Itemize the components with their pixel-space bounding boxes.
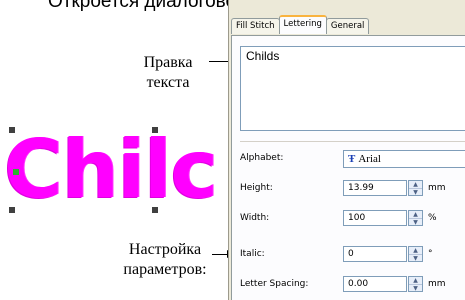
letter-spacing-label: Letter Spacing: bbox=[240, 279, 309, 289]
width-unit: % bbox=[428, 213, 437, 223]
letter-spacing-unit: mm bbox=[428, 279, 446, 289]
spin-up-icon[interactable]: ▲ bbox=[409, 211, 422, 218]
settings-line1: Настройка bbox=[128, 241, 202, 258]
italic-input[interactable]: 0 bbox=[343, 246, 407, 262]
height-label: Height: bbox=[240, 183, 273, 193]
lettering-panel: Childs Alphabet: Ŧ Arial Height: 13.99 ▲ ▼… bbox=[231, 35, 465, 300]
embroidery-canvas[interactable]: Chilc bbox=[0, 118, 230, 228]
edit-text-annotation: Правка текста bbox=[126, 53, 210, 93]
italic-label: Italic: bbox=[240, 249, 265, 259]
truetype-font-icon: Ŧ bbox=[348, 153, 356, 165]
letter-spacing-row: Letter Spacing: 0.00 ▲ ▼ mm bbox=[240, 276, 465, 294]
italic-unit: ° bbox=[428, 249, 433, 259]
selection-handle-top-middle[interactable] bbox=[152, 127, 158, 133]
width-row: Width: 100 ▲ ▼ % bbox=[240, 210, 465, 228]
height-unit: mm bbox=[428, 183, 446, 193]
alphabet-row: Alphabet: Ŧ Arial bbox=[240, 150, 465, 168]
spin-down-icon[interactable]: ▼ bbox=[409, 284, 422, 292]
italic-spinner[interactable]: ▲ ▼ bbox=[408, 246, 423, 262]
lettering-text-input[interactable]: Childs bbox=[240, 46, 465, 131]
height-row: Height: 13.99 ▲ ▼ mm bbox=[240, 180, 465, 198]
width-spinner[interactable]: ▲ ▼ bbox=[408, 210, 423, 226]
spin-up-icon[interactable]: ▲ bbox=[409, 181, 422, 188]
height-spinner[interactable]: ▲ ▼ bbox=[408, 180, 423, 196]
alphabet-label: Alphabet: bbox=[240, 153, 284, 163]
object-properties-dialog: Fill Stitch Lettering General Childs Alp… bbox=[228, 0, 465, 300]
spin-up-icon[interactable]: ▲ bbox=[409, 247, 422, 254]
selection-handle-anchor[interactable] bbox=[13, 169, 19, 175]
width-label: Width: bbox=[240, 213, 270, 223]
spin-down-icon[interactable]: ▼ bbox=[409, 218, 422, 226]
tab-general[interactable]: General bbox=[325, 18, 370, 34]
spin-down-icon[interactable]: ▼ bbox=[409, 188, 422, 196]
letter-spacing-spinner[interactable]: ▲ ▼ bbox=[408, 276, 423, 292]
selection-handle-bottom-middle[interactable] bbox=[152, 207, 158, 213]
height-input[interactable]: 13.99 bbox=[343, 180, 407, 196]
alphabet-value: Arial bbox=[358, 153, 381, 165]
dialog-tabs: Fill Stitch Lettering General bbox=[231, 15, 370, 34]
settings-annotation: Настройка параметров: bbox=[110, 240, 220, 280]
width-input[interactable]: 100 bbox=[343, 210, 407, 226]
spin-down-icon[interactable]: ▼ bbox=[409, 254, 422, 262]
spin-up-icon[interactable]: ▲ bbox=[409, 277, 422, 284]
selection-handle-top-left[interactable] bbox=[9, 127, 15, 133]
tab-lettering[interactable]: Lettering bbox=[278, 15, 327, 34]
tab-fill-stitch[interactable]: Fill Stitch bbox=[231, 18, 280, 34]
stitched-lettering[interactable]: Chilc bbox=[4, 122, 218, 218]
edit-text-line1: Правка bbox=[143, 54, 193, 71]
settings-line2: параметров: bbox=[123, 261, 207, 278]
selection-handle-bottom-left[interactable] bbox=[9, 207, 15, 213]
edit-text-line2: текста bbox=[146, 74, 190, 91]
panel-divider bbox=[240, 141, 465, 142]
italic-row: Italic: 0 ▲ ▼ ° bbox=[240, 246, 465, 264]
letter-spacing-input[interactable]: 0.00 bbox=[343, 276, 407, 292]
alphabet-select[interactable]: Ŧ Arial bbox=[343, 150, 465, 168]
